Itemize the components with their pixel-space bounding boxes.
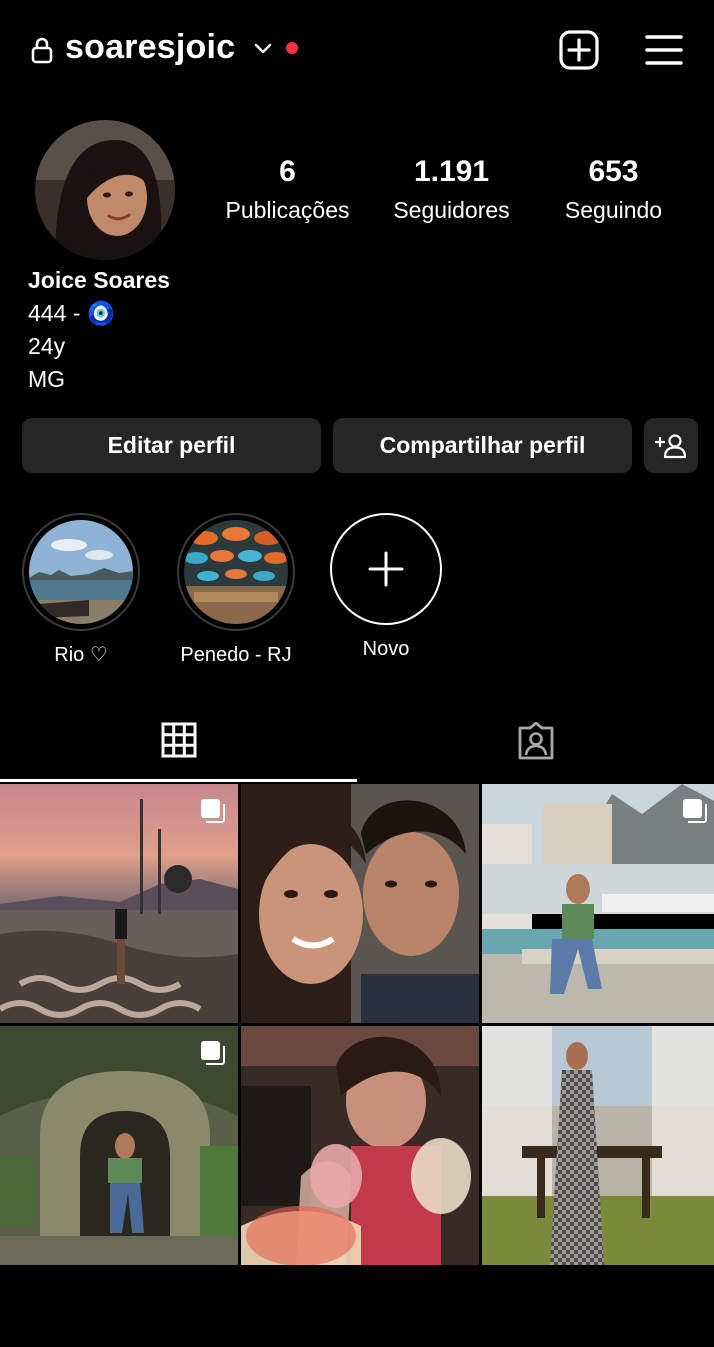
username[interactable]: soaresjoic	[65, 28, 235, 67]
post-thumbnail[interactable]	[241, 784, 479, 1023]
stat-following-value: 653	[588, 155, 639, 188]
stat-posts-label: Publicações	[225, 197, 350, 223]
post-thumbnail[interactable]	[0, 784, 238, 1023]
highlight-label: Novo	[362, 638, 410, 660]
menu-button[interactable]	[642, 28, 686, 72]
bio-line: MG	[28, 366, 66, 392]
profile-bio: Joice Soares 444 - 🧿 24y MG	[28, 264, 170, 396]
top-bar: soaresjoic	[0, 0, 714, 100]
stat-posts-value: 6	[279, 155, 296, 188]
highlight-ring	[177, 513, 295, 631]
add-post-button[interactable]	[557, 28, 601, 72]
discover-people-button[interactable]	[644, 418, 698, 473]
edit-profile-button[interactable]: Editar perfil	[22, 418, 321, 473]
plus-icon	[368, 551, 404, 587]
add-post-icon	[559, 30, 599, 70]
post-image	[241, 1026, 479, 1265]
share-profile-button[interactable]: Compartilhar perfil	[333, 418, 632, 473]
highlight-label: Rio ♡	[54, 644, 108, 666]
profile-name: Joice Soares	[28, 267, 170, 293]
avatar-image	[35, 120, 175, 260]
add-person-icon	[654, 433, 687, 458]
highlight-label: Penedo - RJ	[180, 644, 292, 666]
tab-tagged[interactable]	[357, 700, 714, 782]
stat-posts[interactable]: 6 Publicações	[205, 152, 370, 228]
highlight-ring	[22, 513, 140, 631]
highlight-rio[interactable]: Rio ♡	[19, 513, 143, 667]
post-thumbnail[interactable]	[482, 1026, 714, 1265]
tab-posts-grid[interactable]	[0, 700, 357, 782]
highlight-penedo[interactable]: Penedo - RJ	[174, 513, 298, 667]
carousel-icon	[201, 1041, 225, 1065]
bio-line: 444 - 🧿	[28, 300, 116, 326]
stat-followers[interactable]: 1.191 Seguidores	[375, 152, 528, 228]
post-thumbnail[interactable]	[482, 784, 714, 1023]
carousel-icon	[683, 799, 707, 823]
carousel-icon	[201, 799, 225, 823]
tagged-icon	[518, 722, 553, 760]
post-image	[482, 784, 714, 1023]
profile-stats: 6 Publicações 1.191 Seguidores 653 Segui…	[205, 152, 685, 232]
profile-avatar[interactable]	[35, 120, 175, 260]
grid-icon	[161, 722, 196, 757]
stat-followers-value: 1.191	[413, 155, 490, 188]
stat-followers-label: Seguidores	[393, 197, 510, 223]
highlight-penedo-image	[184, 520, 288, 624]
post-thumbnail[interactable]	[0, 1026, 238, 1265]
chevron-down-icon[interactable]	[252, 38, 274, 58]
hamburger-menu-icon	[645, 35, 683, 65]
post-image	[241, 784, 479, 1023]
lock-icon	[31, 37, 53, 64]
stat-following-label: Seguindo	[564, 197, 663, 223]
highlight-new[interactable]: Novo	[324, 513, 448, 661]
new-highlight-circle	[330, 513, 442, 625]
stat-following[interactable]: 653 Seguindo	[545, 152, 682, 228]
post-thumbnail[interactable]	[241, 1026, 479, 1265]
highlight-rio-image	[29, 520, 133, 624]
bio-line: 24y	[28, 333, 66, 359]
notification-dot	[286, 42, 298, 54]
post-image	[482, 1026, 714, 1265]
